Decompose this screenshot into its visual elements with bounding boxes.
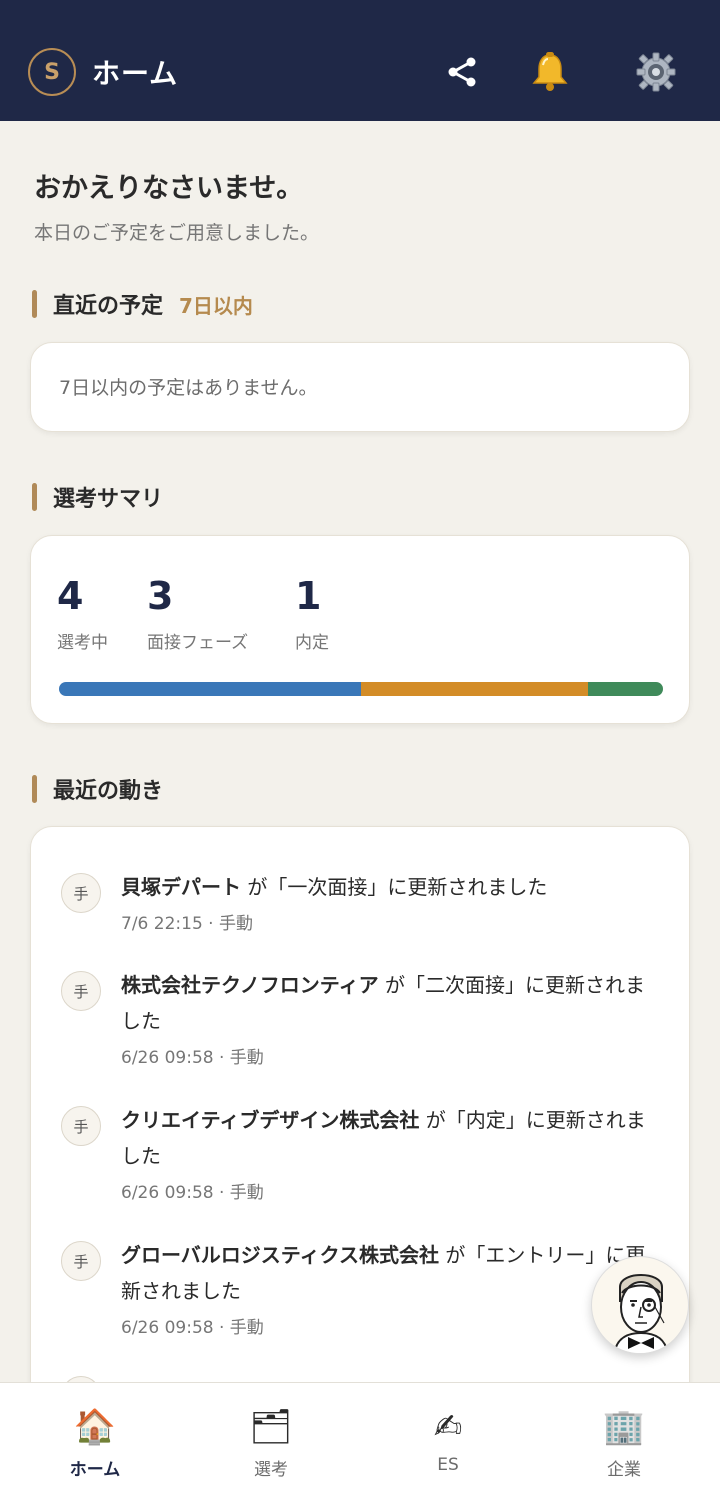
progress-segment-interview [361, 682, 588, 696]
nav-label: 選考 [254, 1460, 288, 1480]
company-name: 貝塚デパート [121, 875, 241, 899]
nav-label: ホーム [69, 1460, 121, 1480]
stat-value: 4 [57, 574, 84, 618]
bell-icon[interactable] [528, 50, 572, 94]
upcoming-section-header: 直近の予定 7日以内 [32, 288, 253, 320]
activity-text: 株式会社テクノフロンティア が「二次面接」に更新されました [121, 967, 661, 1039]
activity-meta: 6/26 09:58 · 手動 [121, 1318, 264, 1338]
butler-assistant-button[interactable] [591, 1256, 689, 1354]
activity-item[interactable]: 手 貝塚デパート が「一次面接」に更新されました 7/6 22:15 · 手動 [61, 869, 661, 979]
stat-interview-phase: 3 面接フェーズ [147, 574, 248, 653]
section-accent-bar [32, 775, 37, 803]
summary-card[interactable]: 4 選考中 3 面接フェーズ 1 内定 [30, 535, 690, 724]
stat-offer: 1 内定 [295, 574, 329, 653]
upcoming-title: 直近の予定 [53, 294, 164, 319]
activity-meta: 7/6 22:15 · 手動 [121, 914, 253, 934]
manual-badge: 手 [61, 971, 101, 1011]
house-icon: 🏠 [73, 1407, 117, 1447]
activity-description: が「一次面接」に更新されました [241, 875, 548, 899]
welcome-subtitle: 本日のご予定をご用意しました。 [34, 222, 320, 244]
stat-in-selection: 4 選考中 [57, 574, 108, 653]
activity-text: クリエイティブデザイン株式会社 が「内定」に更新されました [121, 1102, 661, 1174]
activity-meta: 6/26 09:58 · 手動 [121, 1048, 264, 1068]
upcoming-card: 7日以内の予定はありません。 [30, 342, 690, 432]
page-title: ホーム [92, 57, 179, 90]
activity-item[interactable]: 手 グローバルロジスティクス株式会社 が「エントリー」に更新されました 6/26… [61, 1237, 661, 1357]
progress-segment-in-selection [59, 682, 361, 696]
upcoming-range-tag: 7日以内 [179, 293, 253, 318]
activity-item[interactable]: 手 クリエイティブデザイン株式会社 が「内定」に更新されました 6/26 09:… [61, 1102, 661, 1222]
activity-item[interactable]: 手 株式会社テクノフロンティア が「二次面接」に更新されました 6/26 09:… [61, 967, 661, 1087]
upcoming-empty-text: 7日以内の予定はありません。 [59, 377, 318, 399]
nav-item-companies[interactable]: 🏢 企業 [564, 1405, 684, 1480]
manual-badge: 手 [61, 873, 101, 913]
stat-value: 1 [295, 574, 322, 618]
nav-label: ES [437, 1455, 459, 1475]
summary-progress-bar [59, 682, 663, 696]
activity-title: 最近の動き [53, 779, 164, 804]
manual-badge: 手 [61, 1241, 101, 1281]
company-name: グローバルロジスティクス株式会社 [121, 1243, 439, 1267]
nav-item-es[interactable]: ✍ ES [388, 1405, 508, 1475]
stat-label: 内定 [295, 633, 329, 653]
activity-meta: 6/26 09:58 · 手動 [121, 1183, 264, 1203]
company-name: 株式会社テクノフロンティア [121, 973, 379, 997]
manual-badge: 手 [61, 1106, 101, 1146]
bottom-navigation: 🏠 ホーム 🗂 選考 ✍ ES 🏢 企業 [0, 1382, 720, 1494]
summary-title: 選考サマリ [53, 487, 164, 512]
activity-section-header: 最近の動き [32, 773, 163, 805]
stat-label: 選考中 [57, 633, 108, 653]
section-accent-bar [32, 483, 37, 511]
gear-icon[interactable] [634, 50, 678, 94]
app-header: S ホーム [0, 0, 720, 121]
boxes-icon: 🗂 [249, 1407, 293, 1447]
nav-item-home[interactable]: 🏠 ホーム [35, 1405, 155, 1480]
activity-card: 手 貝塚デパート が「一次面接」に更新されました 7/6 22:15 · 手動 … [30, 826, 690, 1446]
writing-hand-icon: ✍ [433, 1407, 463, 1447]
activity-text: 貝塚デパート が「一次面接」に更新されました [121, 869, 661, 905]
summary-section-header: 選考サマリ [32, 481, 163, 513]
user-avatar[interactable]: S [28, 48, 76, 96]
section-accent-bar [32, 290, 37, 318]
company-name: クリエイティブデザイン株式会社 [121, 1108, 420, 1132]
butler-face-icon [613, 1274, 669, 1353]
nav-label: 企業 [607, 1460, 641, 1480]
stat-label: 面接フェーズ [147, 633, 249, 653]
progress-segment-offer [587, 682, 663, 696]
nav-item-selection[interactable]: 🗂 選考 [211, 1405, 331, 1480]
office-building-icon: 🏢 [602, 1407, 646, 1447]
share-icon[interactable] [440, 50, 484, 94]
welcome-title: おかえりなさいませ。 [34, 173, 304, 204]
stat-value: 3 [147, 574, 174, 618]
activity-text: グローバルロジスティクス株式会社 が「エントリー」に更新されました [121, 1237, 661, 1309]
